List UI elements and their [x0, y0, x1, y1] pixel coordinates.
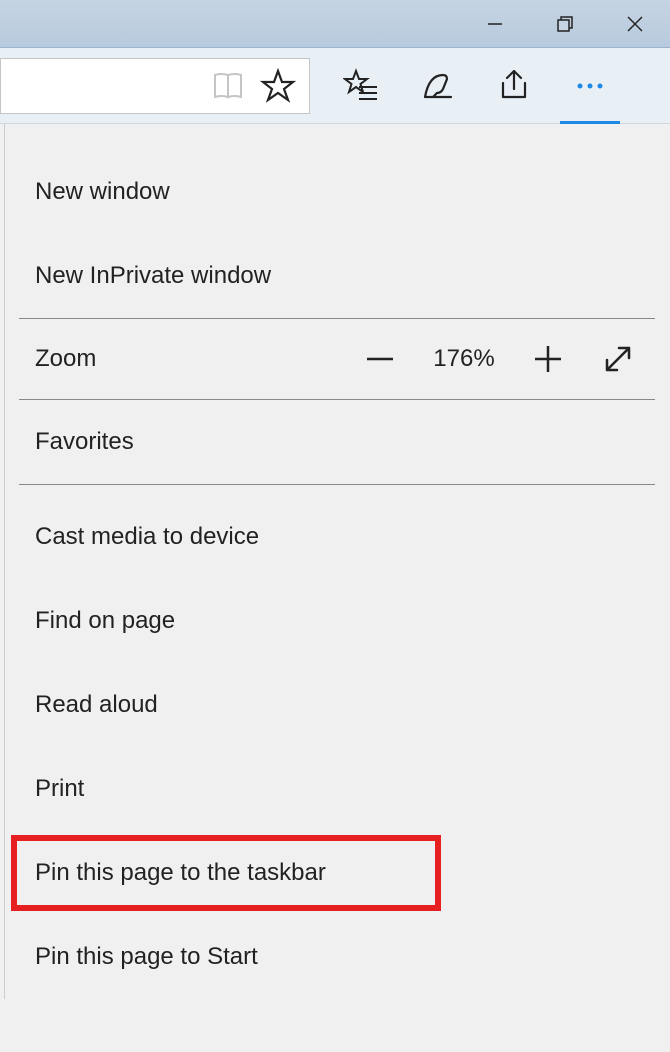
- close-icon: [625, 14, 645, 34]
- expand-icon: [601, 342, 635, 376]
- menu-read-aloud[interactable]: Read aloud: [5, 663, 669, 747]
- menu-item-label: Favorites: [35, 428, 134, 456]
- minus-icon: [363, 342, 397, 376]
- toolbar-actions: [324, 48, 628, 123]
- star-icon: [260, 68, 296, 104]
- menu-pin-taskbar[interactable]: Pin this page to the taskbar: [5, 831, 669, 915]
- plus-icon: [531, 342, 565, 376]
- more-button[interactable]: [552, 48, 628, 124]
- menu-item-label: Find on page: [35, 607, 175, 635]
- window-titlebar: [0, 0, 670, 48]
- menu-item-label: New InPrivate window: [35, 262, 271, 290]
- reading-view-button[interactable]: [203, 61, 253, 111]
- zoom-value: 176%: [429, 345, 499, 373]
- menu-item-label: Pin this page to Start: [35, 943, 258, 971]
- book-icon: [211, 69, 245, 103]
- minimize-icon: [485, 14, 505, 34]
- hub-icon: [343, 67, 381, 105]
- menu-cast-media[interactable]: Cast media to device: [5, 495, 669, 579]
- menu-print[interactable]: Print: [5, 747, 669, 831]
- favorite-star-button[interactable]: [253, 61, 303, 111]
- restore-button[interactable]: [530, 0, 600, 48]
- menu-find-on-page[interactable]: Find on page: [5, 579, 669, 663]
- share-icon: [495, 67, 533, 105]
- menu-item-label: Cast media to device: [35, 523, 259, 551]
- menu-item-label: Read aloud: [35, 691, 158, 719]
- menu-pin-start[interactable]: Pin this page to Start: [5, 915, 669, 999]
- notes-button[interactable]: [400, 48, 476, 124]
- more-menu: New window New InPrivate window Zoom 176…: [4, 124, 669, 999]
- zoom-label: Zoom: [35, 345, 96, 373]
- browser-toolbar: [0, 48, 670, 124]
- dots-icon: [570, 66, 610, 106]
- menu-favorites[interactable]: Favorites: [5, 400, 669, 484]
- pen-icon: [419, 67, 457, 105]
- hub-button[interactable]: [324, 48, 400, 124]
- menu-item-label: Pin this page to the taskbar: [35, 859, 326, 887]
- restore-icon: [555, 14, 575, 34]
- share-button[interactable]: [476, 48, 552, 124]
- fullscreen-button[interactable]: [597, 338, 639, 380]
- address-bar[interactable]: [0, 58, 310, 114]
- menu-item-label: Print: [35, 775, 84, 803]
- close-button[interactable]: [600, 0, 670, 48]
- menu-item-label: New window: [35, 178, 170, 206]
- zoom-controls: 176%: [359, 338, 639, 380]
- minimize-button[interactable]: [460, 0, 530, 48]
- zoom-out-button[interactable]: [359, 338, 401, 380]
- menu-new-inprivate[interactable]: New InPrivate window: [5, 234, 669, 318]
- zoom-in-button[interactable]: [527, 338, 569, 380]
- menu-new-window[interactable]: New window: [5, 150, 669, 234]
- menu-zoom: Zoom 176%: [5, 319, 669, 399]
